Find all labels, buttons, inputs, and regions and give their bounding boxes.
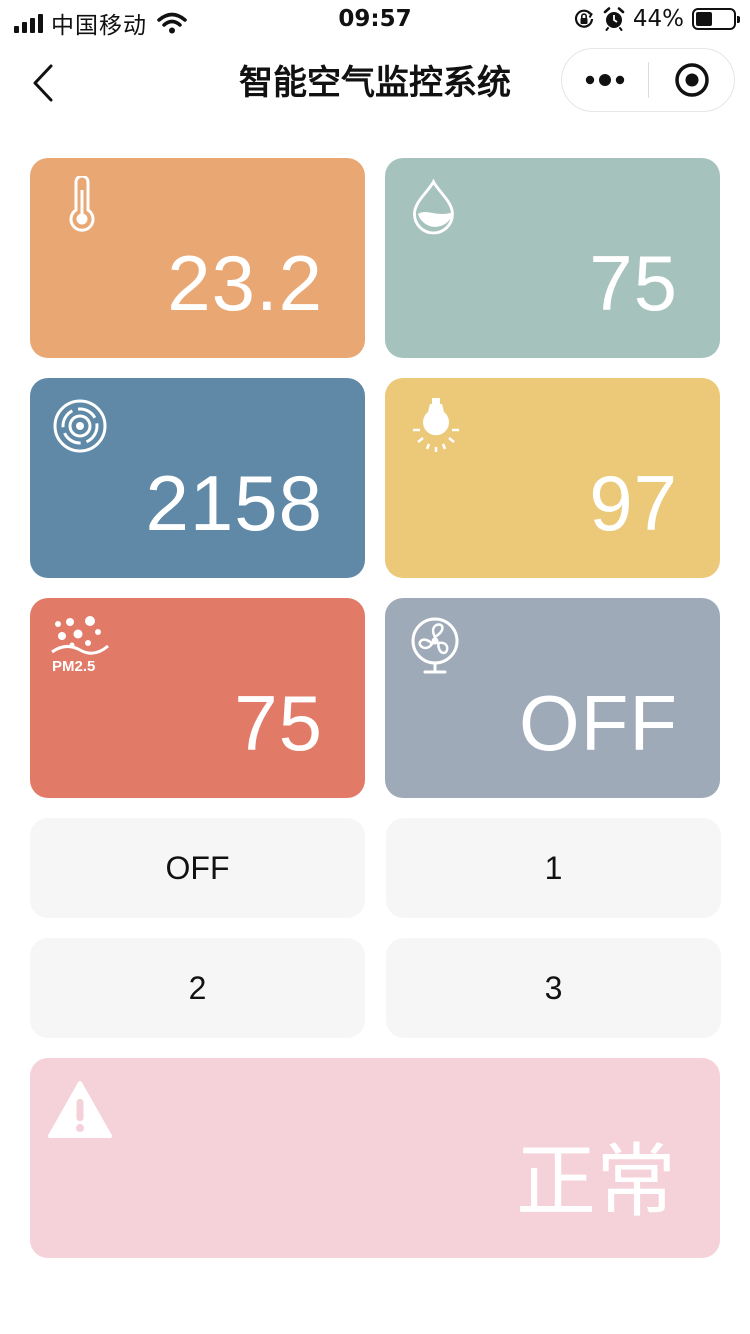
alert-status-value: 正常 (516, 1135, 676, 1228)
thermometer-icon (69, 176, 95, 232)
humidity-card: 75 (385, 158, 720, 358)
alert-card: 正常 (30, 1058, 720, 1258)
more-button[interactable] (562, 49, 648, 111)
humidity-value: 75 (589, 239, 678, 327)
pm25-value: 75 (234, 679, 323, 767)
fan-status-value: OFF (519, 679, 678, 767)
warning-icon (48, 1081, 112, 1138)
status-bar-left: 中国移动 (14, 6, 187, 40)
carrier-name: 中国移动 (51, 13, 147, 39)
fan-off-button[interactable]: OFF (30, 818, 365, 918)
fan-card: OFF (385, 598, 720, 798)
navigation-bar: 智能空气监控系统 (0, 44, 750, 124)
battery-level (696, 12, 712, 26)
pm25-card: PM2.5 75 (30, 598, 365, 798)
fan-speed-1-button[interactable]: 1 (386, 818, 721, 918)
battery-icon (692, 8, 740, 30)
fan-icon (411, 617, 459, 674)
gas-card: 2158 (30, 378, 365, 578)
fan-speed-2-button[interactable]: 2 (30, 938, 365, 1038)
smoke-detector-icon (53, 399, 107, 453)
pm25-icon-label: PM2.5 (52, 658, 95, 675)
target-circle-icon (674, 63, 709, 97)
status-bar-right: 44% (573, 6, 740, 32)
back-button[interactable] (18, 58, 68, 108)
alarm-icon (603, 7, 625, 31)
light-card: 97 (385, 378, 720, 578)
water-drop-icon (413, 178, 454, 235)
signal-icon (14, 13, 43, 33)
close-mini-program-button[interactable] (649, 49, 734, 111)
wifi-icon (157, 12, 187, 34)
light-bulb-icon (413, 398, 459, 452)
temperature-card: 23.2 (30, 158, 365, 358)
pm25-icon: PM2.5 (51, 616, 109, 675)
battery-percent: 44% (632, 6, 684, 32)
fan-speed-3-button[interactable]: 3 (386, 938, 721, 1038)
status-bar: 中国移动 09:57 44% (0, 0, 750, 40)
gas-value: 2158 (145, 459, 323, 547)
orientation-lock-icon (574, 9, 593, 28)
chevron-left-icon (33, 64, 53, 102)
temperature-value: 23.2 (167, 239, 323, 327)
more-dots-icon (585, 74, 625, 86)
mini-program-capsule (561, 48, 735, 112)
light-value: 97 (589, 459, 678, 547)
